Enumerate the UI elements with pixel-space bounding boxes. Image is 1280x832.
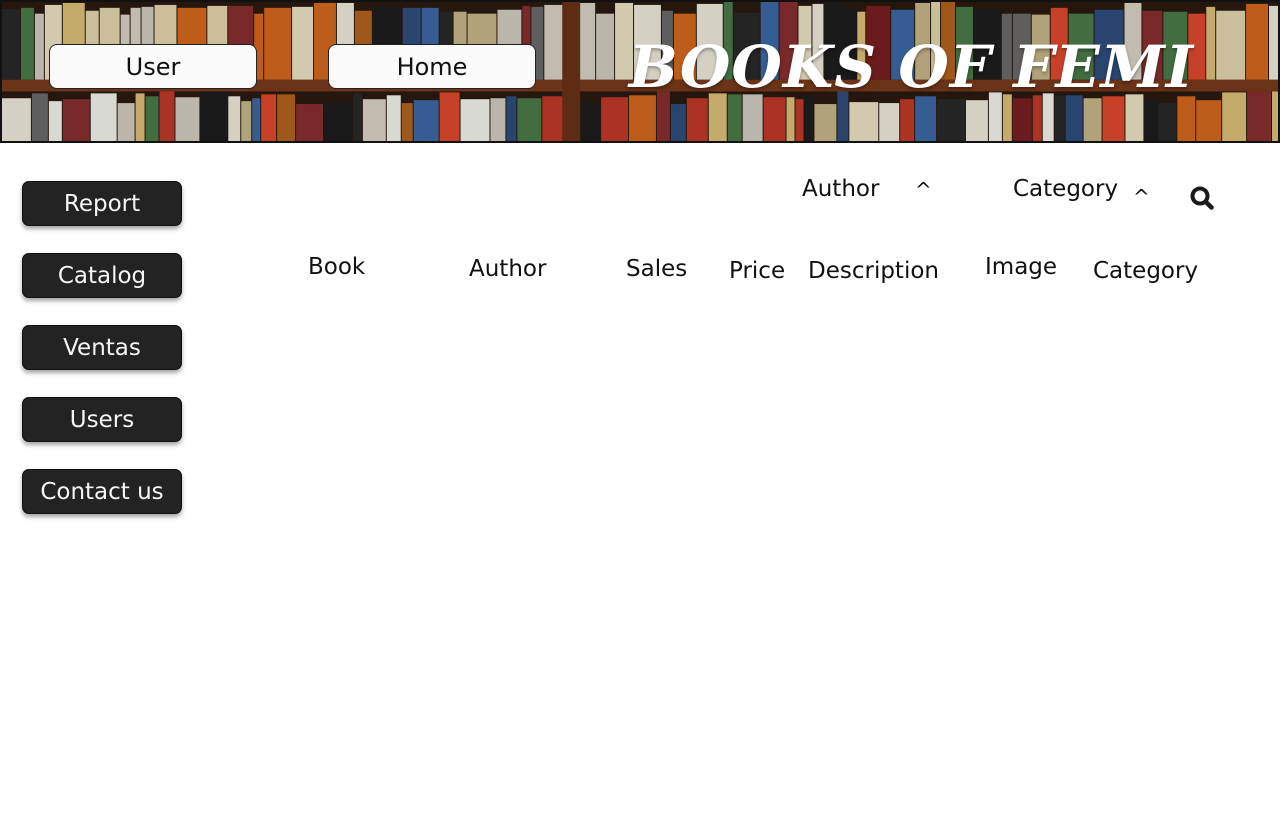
category-filter-dropdown[interactable]: Category bbox=[1013, 174, 1118, 204]
home-button[interactable]: Home bbox=[328, 44, 536, 89]
user-button[interactable]: User bbox=[49, 44, 257, 89]
column-header-description[interactable]: Description bbox=[808, 256, 939, 286]
column-header-category[interactable]: Category bbox=[1093, 256, 1198, 286]
sidebar-item-ventas[interactable]: Ventas bbox=[22, 325, 182, 370]
sidebar-item-contact-us[interactable]: Contact us bbox=[22, 469, 182, 514]
header-banner: User Home BOOKS OF FEMI bbox=[0, 0, 1280, 143]
author-filter-dropdown[interactable]: Author bbox=[802, 174, 879, 204]
author-sort-caret-icon[interactable]: ^ bbox=[915, 180, 932, 200]
search-icon[interactable] bbox=[1189, 185, 1215, 211]
sidebar-nav: Report Catalog Ventas Users Contact us bbox=[22, 181, 182, 541]
column-header-image[interactable]: Image bbox=[985, 252, 1057, 282]
column-header-sales[interactable]: Sales bbox=[626, 254, 687, 284]
column-header-price[interactable]: Price bbox=[729, 256, 785, 286]
category-sort-caret-icon[interactable]: ^ bbox=[1133, 187, 1150, 207]
column-header-author[interactable]: Author bbox=[469, 254, 546, 284]
column-header-book[interactable]: Book bbox=[308, 252, 365, 282]
sidebar-item-catalog[interactable]: Catalog bbox=[22, 253, 182, 298]
brand-title: BOOKS OF FEMI bbox=[628, 33, 1194, 101]
sidebar-item-report[interactable]: Report bbox=[22, 181, 182, 226]
sidebar-item-users[interactable]: Users bbox=[22, 397, 182, 442]
